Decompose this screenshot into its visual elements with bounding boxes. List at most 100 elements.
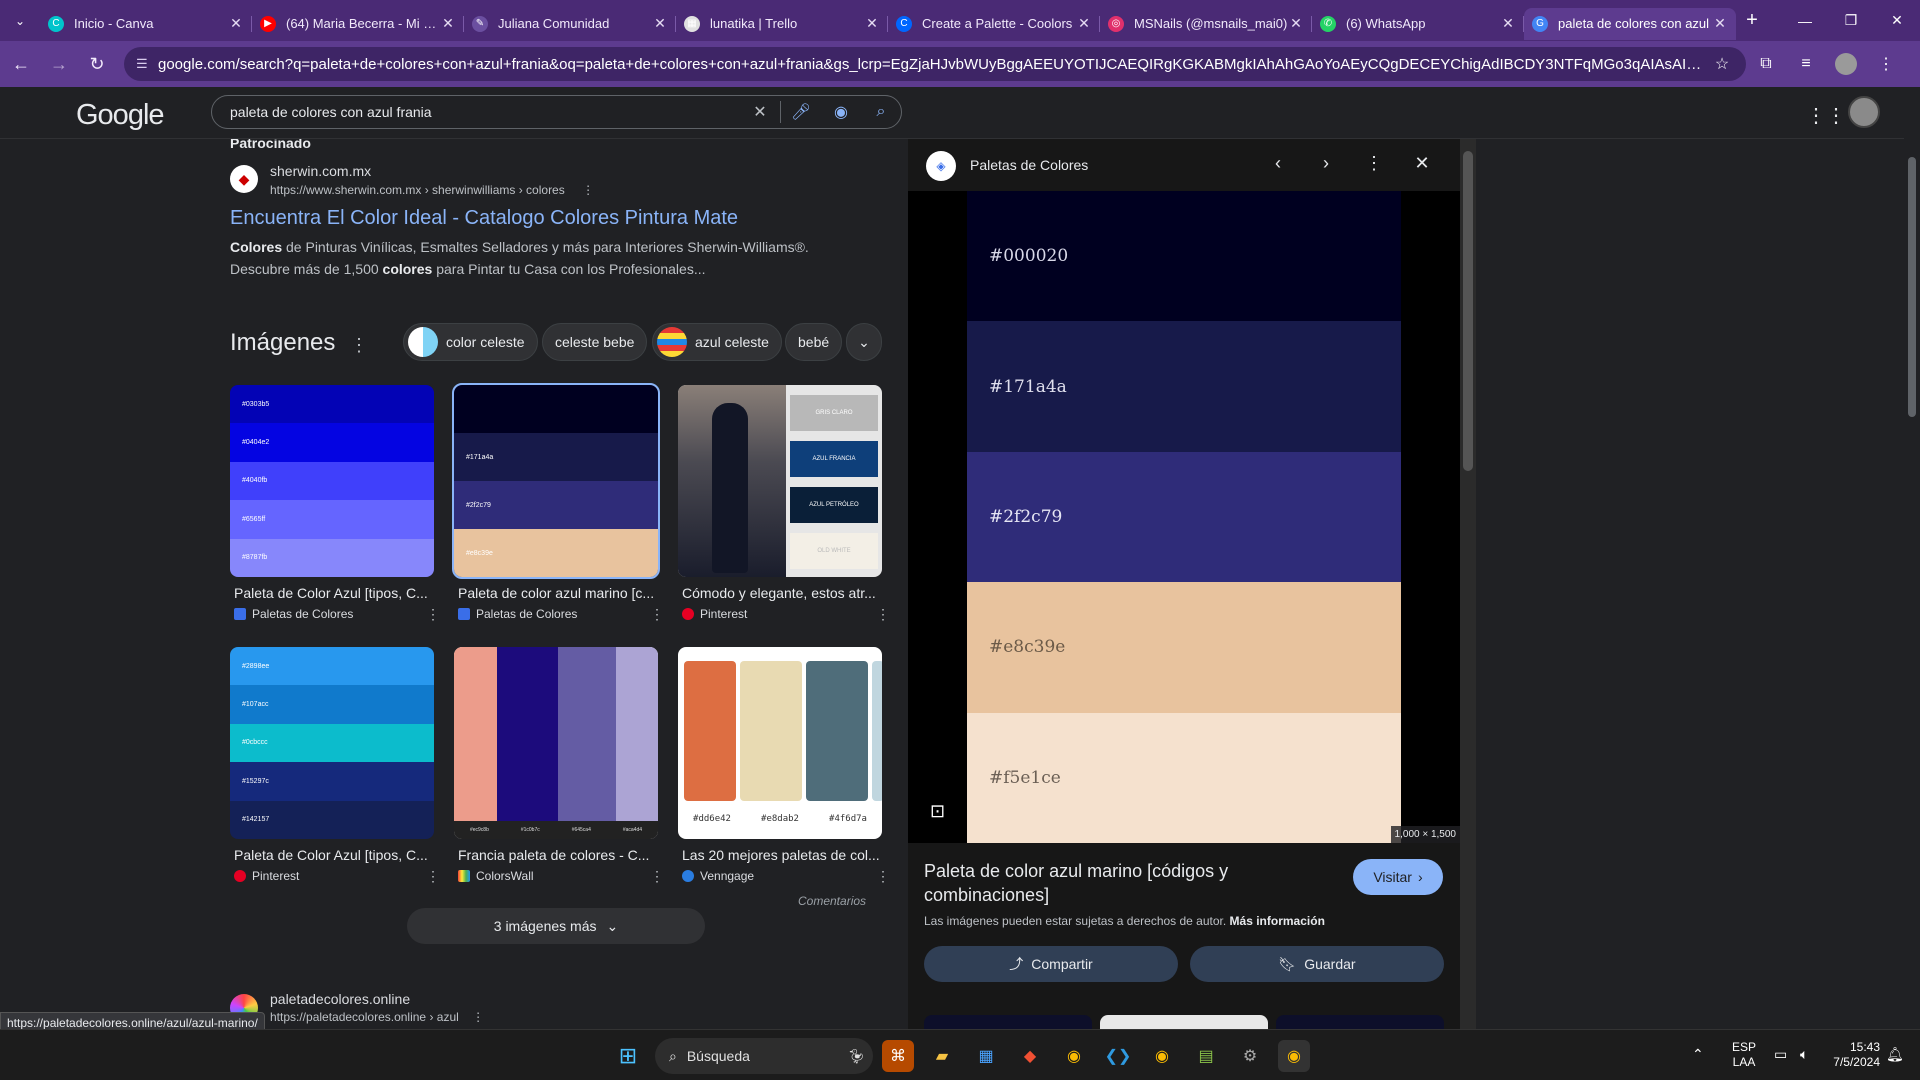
chip-color-celeste[interactable]: color celeste	[403, 323, 538, 361]
result-more-icon[interactable]: ⋮	[472, 1010, 484, 1024]
address-url[interactable]: google.com/search?q=paleta+de+colores+co…	[158, 56, 1710, 73]
lens-icon[interactable]: ◉	[821, 102, 861, 122]
image-result-2[interactable]: #171a4a #2f2c79 #e8c39e	[452, 383, 660, 579]
tab-close-icon[interactable]: ✕	[1288, 15, 1304, 32]
chips-expand-button[interactable]: ⌄	[846, 323, 882, 361]
image-more-icon[interactable]: ⋮	[650, 606, 664, 623]
browser-tab[interactable]: ✆ (6) WhatsApp ✕	[1312, 8, 1524, 40]
panel-scrollbar[interactable]	[1460, 139, 1476, 1029]
restore-icon[interactable]: ❐	[1828, 0, 1874, 41]
page-scrollbar[interactable]	[1904, 87, 1920, 1029]
clock[interactable]: 15:43 7/5/2024	[1824, 1040, 1880, 1070]
image-source-6[interactable]: Venngage	[682, 869, 886, 883]
app-icon[interactable]: ⌘	[882, 1040, 914, 1072]
browser-tab[interactable]: ▦ lunatika | Trello ✕	[676, 8, 888, 40]
image-more-icon[interactable]: ⋮	[876, 606, 890, 623]
media-controls-icon[interactable]: ≡	[1786, 55, 1826, 73]
account-avatar[interactable]	[1848, 96, 1880, 128]
notification-bell-icon[interactable]: 🔔︎	[1886, 1046, 1904, 1063]
sherwin-favicon[interactable]: ◆	[230, 165, 258, 193]
bookmark-star-icon[interactable]: ☆	[1710, 54, 1734, 74]
tab-close-icon[interactable]: ✕	[1076, 15, 1092, 32]
tray-chevron-icon[interactable]: ⌃	[1692, 1046, 1704, 1063]
tab-close-icon[interactable]: ✕	[440, 15, 456, 32]
chip-celeste-bebe[interactable]: celeste bebe	[542, 323, 648, 361]
chip-azul-celeste[interactable]: azul celeste	[652, 323, 782, 361]
search-input[interactable]: paleta de colores con azul frania	[230, 104, 740, 120]
ad-site-name[interactable]: sherwin.com.mx	[270, 163, 371, 179]
file-explorer-icon[interactable]: ▰	[926, 1040, 958, 1072]
next-icon[interactable]: ›	[1314, 153, 1338, 174]
images-more-icon[interactable]: ⋮	[350, 335, 368, 356]
windows-start-icon[interactable]: ⊞	[612, 1040, 644, 1072]
git-icon[interactable]: ◆	[1014, 1040, 1046, 1072]
image-source-3[interactable]: Pinterest	[682, 607, 886, 621]
tab-close-icon[interactable]: ✕	[1712, 15, 1728, 32]
preview-title[interactable]: Paleta de color azul marino [códigos y c…	[924, 859, 1334, 907]
chrome-active-icon[interactable]: ◉	[1278, 1040, 1310, 1072]
image-more-icon[interactable]: ⋮	[426, 606, 440, 623]
google-logo[interactable]: Google	[76, 99, 165, 132]
image-caption-4[interactable]: Paleta de Color Azul [tipos, C...	[234, 847, 438, 863]
comments-link[interactable]: Comentarios	[798, 894, 866, 908]
image-result-4[interactable]: #2898ee #107acc #0cbccc #15297c #142157	[230, 647, 434, 839]
browser-tab[interactable]: C Create a Palette - Coolors ✕	[888, 8, 1100, 40]
chip-bebe[interactable]: bebé	[785, 323, 843, 361]
image-source-1[interactable]: Paletas de Colores	[234, 607, 438, 621]
image-result-1[interactable]: #0303b5 #0404e2 #4040fb #6565ff #8787fb	[230, 385, 434, 577]
more-options-icon[interactable]: ⋮	[1362, 153, 1386, 174]
vscode-icon[interactable]: ❮❯	[1102, 1040, 1134, 1072]
panel-scrollbar-thumb[interactable]	[1463, 151, 1473, 471]
microphone-icon[interactable]: 🎤︎	[781, 102, 821, 122]
image-source-2[interactable]: Paletas de Colores	[458, 607, 662, 621]
chrome-icon[interactable]: ◉	[1058, 1040, 1090, 1072]
save-button[interactable]: 🔖︎ Guardar	[1190, 946, 1444, 982]
browser-tab[interactable]: ▶ (64) Maria Becerra - Mi Dulce ✕	[252, 8, 464, 40]
result-url[interactable]: https://paletadecolores.online › azul ⋮	[270, 1010, 484, 1024]
more-info-link[interactable]: Más información	[1230, 914, 1325, 928]
chrome-profile-icon[interactable]: ◉	[1146, 1040, 1178, 1072]
search-box[interactable]: paleta de colores con azul frania ✕ 🎤︎ ◉…	[211, 95, 902, 129]
related-thumb[interactable]	[1276, 1015, 1444, 1029]
clear-icon[interactable]: ✕	[740, 102, 780, 122]
image-source-5[interactable]: ColorsWall	[458, 869, 662, 883]
image-more-icon[interactable]: ⋮	[876, 868, 890, 885]
image-source-4[interactable]: Pinterest	[234, 869, 438, 883]
close-icon[interactable]: ✕	[1410, 153, 1434, 174]
result-url-text[interactable]: https://paletadecolores.online › azul	[270, 1010, 459, 1024]
new-tab-button[interactable]: +	[1736, 9, 1768, 32]
preview-image[interactable]: #f5e1ce #e8c39e #2f2c79 #171a4a #000020 ⊡ 1,…	[908, 191, 1460, 843]
browser-tab[interactable]: C Inicio - Canva ✕	[40, 8, 252, 40]
image-caption-1[interactable]: Paleta de Color Azul [tipos, C...	[234, 585, 438, 601]
close-window-icon[interactable]: ✕	[1874, 0, 1920, 41]
preview-source-name[interactable]: Paletas de Colores	[970, 157, 1088, 173]
lens-search-icon[interactable]: ⊡	[930, 801, 945, 822]
extensions-icon[interactable]: ⧉	[1746, 55, 1786, 73]
site-info-icon[interactable]: ☰	[136, 56, 158, 72]
image-caption-6[interactable]: Las 20 mejores paletas de col...	[682, 847, 886, 863]
image-caption-3[interactable]: Cómodo y elegante, estos atr...	[682, 585, 886, 601]
more-images-button[interactable]: 3 imágenes más ⌄	[407, 908, 705, 944]
related-thumb[interactable]	[1100, 1015, 1268, 1029]
network-icon[interactable]: ▭	[1774, 1046, 1787, 1063]
tab-close-icon[interactable]: ✕	[864, 15, 880, 32]
chrome-menu-icon[interactable]: ⋮	[1866, 54, 1906, 74]
ad-url[interactable]: https://www.sherwin.com.mx › sherwinwill…	[270, 183, 594, 197]
tab-close-icon[interactable]: ✕	[228, 15, 244, 32]
tab-close-icon[interactable]: ✕	[1500, 15, 1516, 32]
image-result-3[interactable]: GRIS CLARO AZUL FRANCIA AZUL PETRÓLEO OL…	[678, 385, 882, 577]
back-arrow-icon[interactable]: ←	[4, 47, 38, 81]
visit-button[interactable]: Visitar ›	[1353, 859, 1443, 895]
page-scrollbar-thumb[interactable]	[1908, 157, 1916, 417]
taskbar-search[interactable]: ⌕ Búsqueda 🦆︎	[655, 1038, 873, 1074]
image-more-icon[interactable]: ⋮	[426, 868, 440, 885]
tab-close-icon[interactable]: ✕	[652, 15, 668, 32]
ad-more-icon[interactable]: ⋮	[582, 183, 594, 197]
reload-icon[interactable]: ↻	[80, 47, 114, 81]
language-indicator[interactable]: ESP LAA	[1732, 1040, 1756, 1070]
address-bar[interactable]: ☰ google.com/search?q=paleta+de+colores+…	[124, 47, 1746, 81]
browser-tab[interactable]: ✎ Juliana Comunidad ✕	[464, 8, 676, 40]
image-result-6[interactable]: #dd6e42 #e8dab2 #4f6d7a	[678, 647, 882, 839]
result-site-name[interactable]: paletadecolores.online	[270, 991, 410, 1007]
volume-icon[interactable]: 🔈︎	[1800, 1046, 1808, 1063]
